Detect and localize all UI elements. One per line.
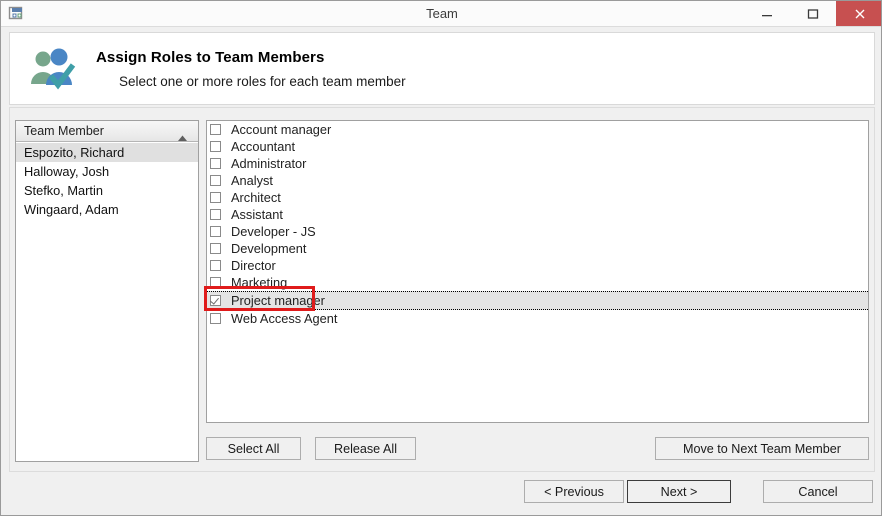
team-member-column-header[interactable]: Team Member [16, 121, 198, 142]
role-label: Web Access Agent [231, 311, 338, 326]
checkbox-unchecked-icon[interactable] [210, 226, 221, 237]
role-label: Account manager [231, 122, 332, 137]
release-all-button[interactable]: Release All [315, 437, 416, 460]
checkbox-unchecked-icon[interactable] [210, 209, 221, 220]
header-banner: Assign Roles to Team Members Select one … [9, 32, 875, 105]
next-button[interactable]: Next > [627, 480, 731, 503]
cancel-button[interactable]: Cancel [763, 480, 873, 503]
role-label: Assistant [231, 207, 283, 222]
role-label: Marketing [231, 275, 288, 290]
checkbox-unchecked-icon[interactable] [210, 313, 221, 324]
checkbox-unchecked-icon[interactable] [210, 141, 221, 152]
team-member-column-label: Team Member [24, 124, 104, 138]
team-dialog-window: Team Assign Roles to Team Members Select… [0, 0, 882, 516]
team-member-row[interactable]: Stefko, Martin [16, 181, 198, 200]
checkbox-unchecked-icon[interactable] [210, 260, 221, 271]
minimize-button[interactable] [744, 1, 790, 26]
people-check-icon [27, 46, 79, 94]
close-button[interactable] [836, 1, 881, 26]
role-row[interactable]: Administrator [207, 155, 868, 172]
role-label: Analyst [231, 173, 273, 188]
role-label: Administrator [231, 156, 307, 171]
team-member-label: Espozito, Richard [24, 145, 125, 160]
role-label: Project manager [231, 293, 325, 308]
role-row[interactable]: Accountant [207, 138, 868, 155]
role-row[interactable]: Marketing [207, 274, 868, 291]
role-row[interactable]: Web Access Agent [207, 310, 868, 327]
role-label: Director [231, 258, 276, 273]
team-member-label: Halloway, Josh [24, 164, 110, 179]
role-row[interactable]: Assistant [207, 206, 868, 223]
checkbox-unchecked-icon[interactable] [210, 192, 221, 203]
team-member-label: Wingaard, Adam [24, 202, 119, 217]
role-row[interactable]: Director [207, 257, 868, 274]
role-label: Architect [231, 190, 281, 205]
role-row[interactable]: Development [207, 240, 868, 257]
team-member-listbox[interactable]: Team Member Espozito, Richard Halloway, J… [15, 120, 199, 462]
previous-button[interactable]: < Previous [524, 480, 624, 503]
checkbox-unchecked-icon[interactable] [210, 277, 221, 288]
checkbox-checked-icon[interactable] [210, 295, 221, 306]
checkbox-unchecked-icon[interactable] [210, 243, 221, 254]
maximize-button[interactable] [790, 1, 836, 26]
team-member-label: Stefko, Martin [24, 183, 103, 198]
select-all-button[interactable]: Select All [206, 437, 301, 460]
checkbox-unchecked-icon[interactable] [210, 124, 221, 135]
role-row[interactable]: Project manager [207, 291, 868, 310]
role-label: Developer - JS [231, 224, 316, 239]
role-label: Accountant [231, 139, 296, 154]
role-row[interactable]: Analyst [207, 172, 868, 189]
checkbox-unchecked-icon[interactable] [210, 175, 221, 186]
title-bar: Team [1, 1, 881, 27]
role-row[interactable]: Account manager [207, 121, 868, 138]
role-row[interactable]: Architect [207, 189, 868, 206]
roles-listbox[interactable]: Account manager Accountant Administrator An… [206, 120, 869, 423]
move-to-next-team-member-button[interactable]: Move to Next Team Member [655, 437, 869, 460]
role-label: Development [231, 241, 307, 256]
team-member-row[interactable]: Wingaard, Adam [16, 200, 198, 219]
team-member-rows: Espozito, Richard Halloway, Josh Stefko, M… [16, 143, 198, 219]
roles-rows: Account manager Accountant Administrator An… [207, 121, 868, 327]
page-title: Assign Roles to Team Members [96, 49, 325, 66]
checkbox-unchecked-icon[interactable] [210, 158, 221, 169]
page-subtitle: Select one or more roles for each team m… [119, 74, 406, 89]
role-row[interactable]: Developer - JS [207, 223, 868, 240]
team-member-row[interactable]: Halloway, Josh [16, 162, 198, 181]
team-member-row[interactable]: Espozito, Richard [16, 143, 198, 162]
